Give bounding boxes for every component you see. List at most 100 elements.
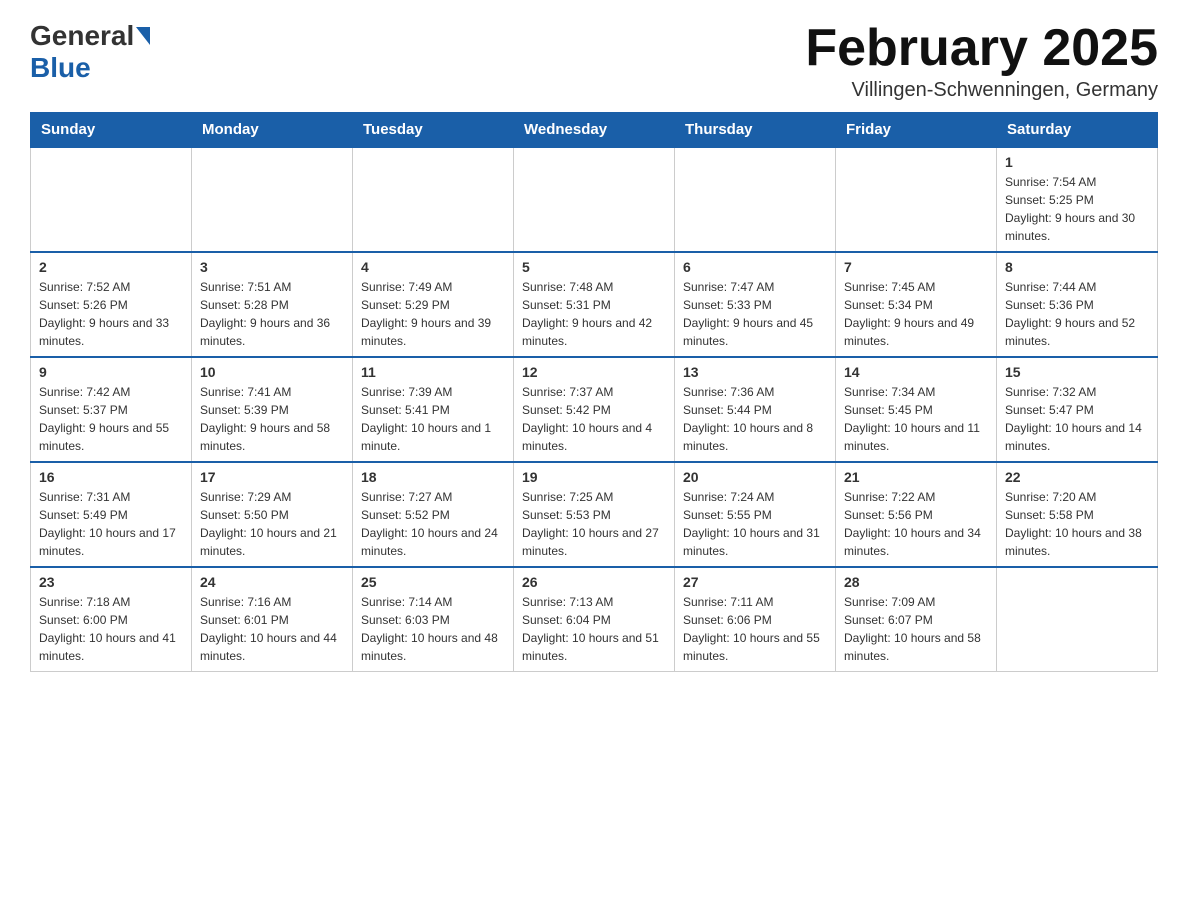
calendar-cell: 2 Sunrise: 7:52 AM Sunset: 5:26 PM Daylig… [31, 252, 192, 357]
day-number: 5 [522, 259, 666, 275]
day-number: 4 [361, 259, 505, 275]
day-number: 26 [522, 574, 666, 590]
day-info: Sunrise: 7:54 AM Sunset: 5:25 PM Dayligh… [1005, 173, 1149, 245]
day-info: Sunrise: 7:32 AM Sunset: 5:47 PM Dayligh… [1005, 383, 1149, 455]
calendar-cell: 16 Sunrise: 7:31 AM Sunset: 5:49 PM Dayli… [31, 462, 192, 567]
calendar-header-row: Sunday Monday Tuesday Wednesday Thursday… [31, 113, 1158, 148]
day-number: 15 [1005, 364, 1149, 380]
header-monday: Monday [192, 113, 353, 148]
day-number: 8 [1005, 259, 1149, 275]
calendar-cell: 14 Sunrise: 7:34 AM Sunset: 5:45 PM Dayli… [836, 357, 997, 462]
calendar-cell: 18 Sunrise: 7:27 AM Sunset: 5:52 PM Dayli… [353, 462, 514, 567]
calendar-cell [192, 147, 353, 252]
logo-arrow-icon [136, 27, 150, 45]
calendar-cell: 10 Sunrise: 7:41 AM Sunset: 5:39 PM Dayli… [192, 357, 353, 462]
day-number: 6 [683, 259, 827, 275]
week-row-1: 1 Sunrise: 7:54 AM Sunset: 5:25 PM Daylig… [31, 147, 1158, 252]
day-number: 3 [200, 259, 344, 275]
day-number: 28 [844, 574, 988, 590]
day-info: Sunrise: 7:13 AM Sunset: 6:04 PM Dayligh… [522, 593, 666, 665]
calendar-cell: 15 Sunrise: 7:32 AM Sunset: 5:47 PM Dayli… [997, 357, 1158, 462]
day-info: Sunrise: 7:18 AM Sunset: 6:00 PM Dayligh… [39, 593, 183, 665]
calendar-cell: 19 Sunrise: 7:25 AM Sunset: 5:53 PM Dayli… [514, 462, 675, 567]
calendar-cell: 13 Sunrise: 7:36 AM Sunset: 5:44 PM Dayli… [675, 357, 836, 462]
day-number: 16 [39, 469, 183, 485]
calendar-cell: 21 Sunrise: 7:22 AM Sunset: 5:56 PM Dayli… [836, 462, 997, 567]
day-info: Sunrise: 7:34 AM Sunset: 5:45 PM Dayligh… [844, 383, 988, 455]
day-info: Sunrise: 7:16 AM Sunset: 6:01 PM Dayligh… [200, 593, 344, 665]
day-info: Sunrise: 7:20 AM Sunset: 5:58 PM Dayligh… [1005, 488, 1149, 560]
title-block: February 2025 Villingen-Schwenningen, Ge… [805, 20, 1158, 102]
calendar-cell: 8Sunrise: 7:44 AM Sunset: 5:36 PM Daylig… [997, 252, 1158, 357]
header-tuesday: Tuesday [353, 113, 514, 148]
calendar-cell: 27Sunrise: 7:11 AM Sunset: 6:06 PM Dayli… [675, 567, 836, 672]
calendar-cell: 12 Sunrise: 7:37 AM Sunset: 5:42 PM Dayli… [514, 357, 675, 462]
page-header: General Blue February 2025 Villingen-Sch… [30, 20, 1158, 102]
day-number: 9 [39, 364, 183, 380]
calendar-cell: 4 Sunrise: 7:49 AM Sunset: 5:29 PM Daylig… [353, 252, 514, 357]
calendar-cell: 7Sunrise: 7:45 AM Sunset: 5:34 PM Daylig… [836, 252, 997, 357]
week-row-2: 2 Sunrise: 7:52 AM Sunset: 5:26 PM Daylig… [31, 252, 1158, 357]
day-info: Sunrise: 7:39 AM Sunset: 5:41 PM Dayligh… [361, 383, 505, 455]
day-number: 19 [522, 469, 666, 485]
header-thursday: Thursday [675, 113, 836, 148]
calendar-cell [836, 147, 997, 252]
location-subtitle: Villingen-Schwenningen, Germany [805, 79, 1158, 102]
calendar-cell: 3 Sunrise: 7:51 AM Sunset: 5:28 PM Daylig… [192, 252, 353, 357]
calendar-table: Sunday Monday Tuesday Wednesday Thursday… [30, 112, 1158, 672]
day-number: 21 [844, 469, 988, 485]
calendar-cell: 11 Sunrise: 7:39 AM Sunset: 5:41 PM Dayli… [353, 357, 514, 462]
week-row-3: 9 Sunrise: 7:42 AM Sunset: 5:37 PM Daylig… [31, 357, 1158, 462]
header-saturday: Saturday [997, 113, 1158, 148]
calendar-cell: 28 Sunrise: 7:09 AM Sunset: 6:07 PM Dayli… [836, 567, 997, 672]
day-number: 10 [200, 364, 344, 380]
week-row-4: 16 Sunrise: 7:31 AM Sunset: 5:49 PM Dayli… [31, 462, 1158, 567]
day-number: 24 [200, 574, 344, 590]
calendar-cell [31, 147, 192, 252]
day-info: Sunrise: 7:52 AM Sunset: 5:26 PM Dayligh… [39, 278, 183, 350]
calendar-cell [997, 567, 1158, 672]
day-number: 11 [361, 364, 505, 380]
day-number: 18 [361, 469, 505, 485]
calendar-cell: 26 Sunrise: 7:13 AM Sunset: 6:04 PM Dayli… [514, 567, 675, 672]
day-number: 17 [200, 469, 344, 485]
week-row-5: 23 Sunrise: 7:18 AM Sunset: 6:00 PM Dayli… [31, 567, 1158, 672]
day-info: Sunrise: 7:36 AM Sunset: 5:44 PM Dayligh… [683, 383, 827, 455]
day-info: Sunrise: 7:25 AM Sunset: 5:53 PM Dayligh… [522, 488, 666, 560]
day-info: Sunrise: 7:42 AM Sunset: 5:37 PM Dayligh… [39, 383, 183, 455]
header-sunday: Sunday [31, 113, 192, 148]
calendar-cell: 17Sunrise: 7:29 AM Sunset: 5:50 PM Dayli… [192, 462, 353, 567]
day-number: 20 [683, 469, 827, 485]
calendar-cell: 24 Sunrise: 7:16 AM Sunset: 6:01 PM Dayli… [192, 567, 353, 672]
day-info: Sunrise: 7:37 AM Sunset: 5:42 PM Dayligh… [522, 383, 666, 455]
month-title: February 2025 [805, 20, 1158, 77]
day-number: 25 [361, 574, 505, 590]
calendar-cell: 5Sunrise: 7:48 AM Sunset: 5:31 PM Daylig… [514, 252, 675, 357]
day-info: Sunrise: 7:22 AM Sunset: 5:56 PM Dayligh… [844, 488, 988, 560]
day-info: Sunrise: 7:31 AM Sunset: 5:49 PM Dayligh… [39, 488, 183, 560]
logo-general-text: General [30, 20, 134, 52]
calendar-cell: 23 Sunrise: 7:18 AM Sunset: 6:00 PM Dayli… [31, 567, 192, 672]
day-info: Sunrise: 7:27 AM Sunset: 5:52 PM Dayligh… [361, 488, 505, 560]
day-number: 22 [1005, 469, 1149, 485]
calendar-cell: 20Sunrise: 7:24 AM Sunset: 5:55 PM Dayli… [675, 462, 836, 567]
day-number: 13 [683, 364, 827, 380]
calendar-cell: 1 Sunrise: 7:54 AM Sunset: 5:25 PM Daylig… [997, 147, 1158, 252]
day-info: Sunrise: 7:49 AM Sunset: 5:29 PM Dayligh… [361, 278, 505, 350]
day-number: 27 [683, 574, 827, 590]
day-info: Sunrise: 7:09 AM Sunset: 6:07 PM Dayligh… [844, 593, 988, 665]
calendar-cell [353, 147, 514, 252]
logo: General Blue [30, 20, 152, 84]
day-info: Sunrise: 7:51 AM Sunset: 5:28 PM Dayligh… [200, 278, 344, 350]
header-friday: Friday [836, 113, 997, 148]
day-info: Sunrise: 7:45 AM Sunset: 5:34 PM Dayligh… [844, 278, 988, 350]
header-wednesday: Wednesday [514, 113, 675, 148]
day-number: 23 [39, 574, 183, 590]
calendar-cell: 22 Sunrise: 7:20 AM Sunset: 5:58 PM Dayli… [997, 462, 1158, 567]
day-number: 14 [844, 364, 988, 380]
day-info: Sunrise: 7:41 AM Sunset: 5:39 PM Dayligh… [200, 383, 344, 455]
day-number: 1 [1005, 154, 1149, 170]
day-number: 2 [39, 259, 183, 275]
logo-blue-text: Blue [30, 52, 91, 83]
day-number: 12 [522, 364, 666, 380]
